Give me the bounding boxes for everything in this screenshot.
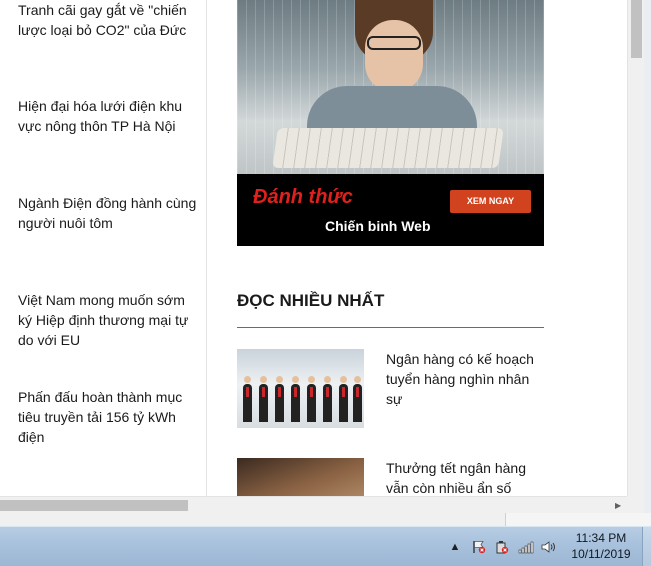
- show-hidden-icons-icon[interactable]: ▲: [447, 540, 463, 554]
- most-read-item[interactable]: Thưởng tết ngân hàng vẫn còn nhiều ẩn số: [237, 458, 544, 496]
- ad-photo: [237, 0, 544, 174]
- thumb-figure: [275, 376, 284, 422]
- most-read-title[interactable]: Thưởng tết ngân hàng vẫn còn nhiều ẩn số: [386, 458, 544, 496]
- most-read-thumbnail[interactable]: [237, 349, 364, 428]
- vertical-scroll-thumb[interactable]: [631, 0, 642, 58]
- horizontal-scroll-thumb[interactable]: [0, 500, 188, 511]
- network-signal-icon[interactable]: [518, 540, 534, 554]
- left-news-item[interactable]: Hiện đại hóa lưới điện khu vực nông thôn…: [18, 96, 198, 136]
- taskbar-clock[interactable]: 11:34 PM 10/11/2019: [563, 530, 639, 562]
- most-read-item[interactable]: Ngân hàng có kế hoạch tuyển hàng nghìn n…: [237, 349, 544, 429]
- action-center-flag-icon[interactable]: [471, 540, 487, 554]
- power-icon[interactable]: [494, 540, 510, 554]
- thumb-figure: [259, 376, 268, 422]
- clock-date: 10/11/2019: [571, 547, 631, 561]
- thumb-figure: [291, 376, 300, 422]
- ad-child-face: [365, 20, 423, 92]
- window-edge: [644, 0, 651, 513]
- horizontal-scrollbar[interactable]: ▶: [0, 496, 627, 513]
- most-read-thumbnail[interactable]: [237, 458, 364, 496]
- volume-icon[interactable]: [541, 540, 557, 554]
- left-news-item[interactable]: Phấn đấu hoàn thành mục tiêu truyền tải …: [18, 387, 198, 447]
- status-bar-panel: [505, 513, 651, 526]
- vertical-scrollbar[interactable]: [627, 0, 644, 496]
- ad-keyboard: [272, 128, 504, 168]
- left-news-item[interactable]: Việt Nam mong muốn sớm ký Hiệp định thươ…: [18, 290, 198, 350]
- show-desktop-button[interactable]: [642, 527, 651, 566]
- thumb-figure: [323, 376, 332, 422]
- scroll-right-arrow-icon[interactable]: ▶: [615, 500, 621, 511]
- thumb-figure: [243, 376, 252, 422]
- ad-subline: Chiến binh Web: [325, 218, 431, 234]
- thumb-figure: [307, 376, 316, 422]
- most-read-title[interactable]: Ngân hàng có kế hoạch tuyển hàng nghìn n…: [386, 349, 546, 409]
- most-read-heading: ĐỌC NHIỀU NHẤT: [237, 291, 385, 310]
- ad-child-glasses: [367, 36, 421, 50]
- thumb-figure: [339, 376, 348, 422]
- ad-cta-button[interactable]: XEM NGAY: [450, 190, 531, 213]
- ad-banner[interactable]: Đánh thức Chiến binh Web XEM NGAY: [237, 0, 544, 246]
- thumb-figure: [353, 376, 362, 422]
- clock-time: 11:34 PM: [575, 531, 627, 545]
- ad-headline: Đánh thức: [253, 186, 353, 208]
- left-news-item[interactable]: Tranh cãi gay gắt về "chiến lược loại bỏ…: [18, 0, 198, 40]
- left-news-item[interactable]: Ngành Điện đồng hành cùng người nuôi tôm: [18, 193, 198, 233]
- left-news-column: Tranh cãi gay gắt về "chiến lược loại bỏ…: [0, 0, 207, 496]
- most-read-divider: [237, 327, 544, 328]
